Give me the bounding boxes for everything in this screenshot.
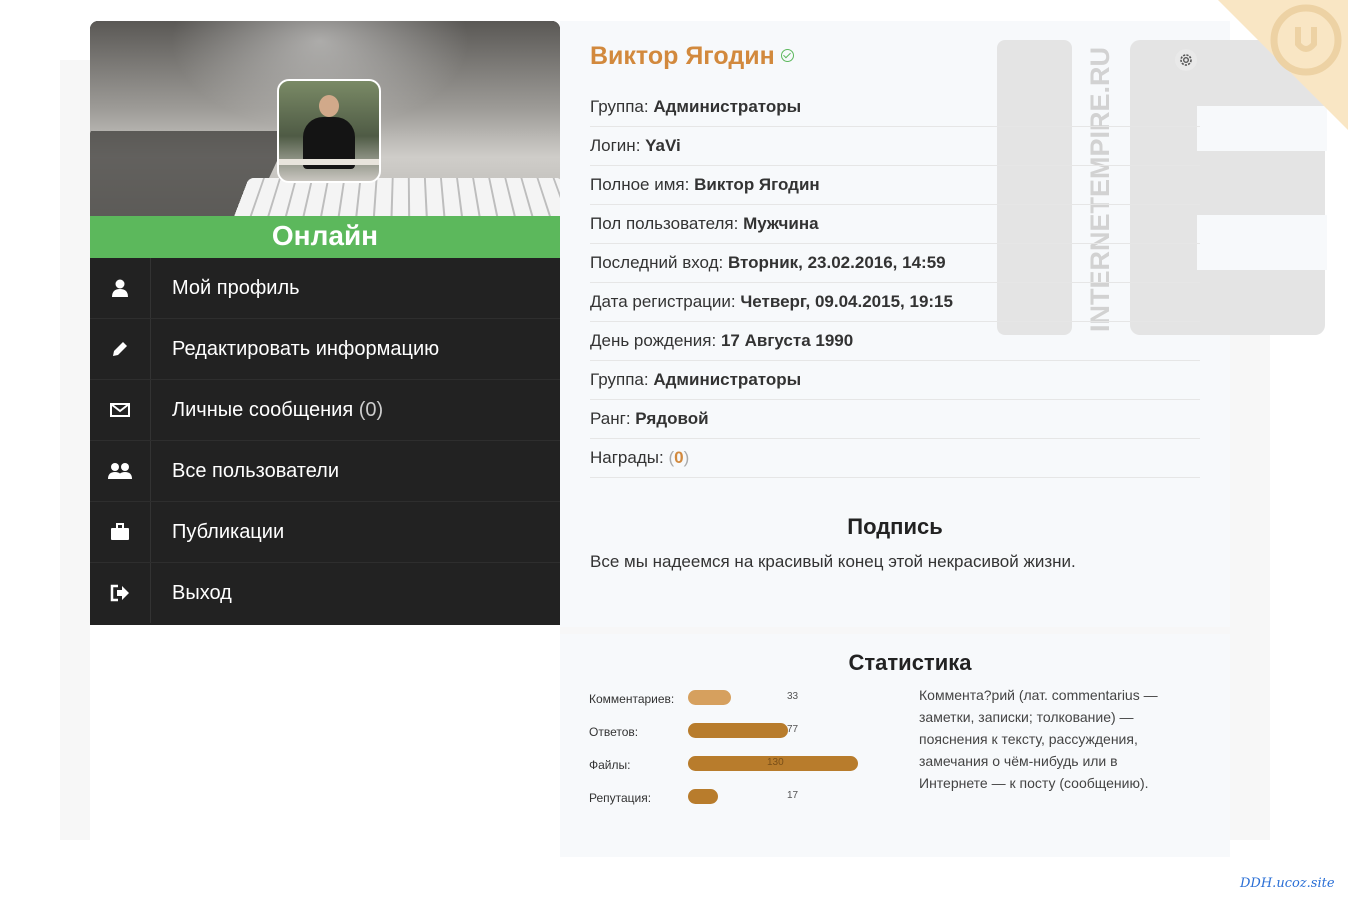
signature-text: Все мы надеемся на красивый конец этой н…	[590, 552, 1076, 571]
sign-out-icon	[90, 563, 151, 623]
stat-row-answers: Ответов: 77	[589, 723, 889, 743]
stat-row-files: Файлы: 130	[589, 756, 889, 776]
stat-value: 33	[787, 691, 799, 702]
detail-row-group-2: Группа: Администраторы	[590, 361, 1200, 400]
menu-item-edit-info[interactable]: Редактировать информацию	[90, 318, 560, 379]
user-icon	[90, 258, 151, 318]
stat-bar	[688, 789, 718, 804]
detail-row-registration: Дата регистрации: Четверг, 09.04.2015, 1…	[590, 283, 1200, 322]
stat-row-comments: Комментариев: 33	[589, 690, 889, 710]
awards-count[interactable]: 0	[674, 448, 683, 467]
stat-bar	[688, 723, 788, 738]
menu-item-label: Публикации	[172, 521, 285, 543]
stat-label: Ответов:	[589, 725, 639, 739]
profile-sidebar: Онлайн Мой профиль Редактировать информа…	[90, 21, 560, 625]
online-status-bar: Онлайн	[90, 216, 560, 258]
pencil-icon	[90, 319, 151, 379]
detail-row-birthday: День рождения: 17 Августа 1990	[590, 322, 1200, 361]
menu-item-private-messages[interactable]: Личные сообщения (0)	[90, 379, 560, 440]
menu-item-all-users[interactable]: Все пользователи	[90, 440, 560, 501]
profile-name: Виктор Ягодин	[590, 42, 794, 71]
users-icon	[90, 441, 151, 501]
stat-label: Репутация:	[589, 791, 652, 805]
profile-menu: Мой профиль Редактировать информацию Лич…	[90, 258, 560, 623]
menu-item-label: Мой профиль	[172, 277, 300, 299]
detail-row-awards: Награды: (0)	[590, 439, 1200, 478]
stat-bar	[688, 690, 731, 705]
corner-ribbon	[1218, 0, 1348, 130]
menu-item-label: Личные сообщения (0)	[172, 399, 384, 421]
stats-title: Статистика	[848, 650, 972, 675]
menu-item-label: Редактировать информацию	[172, 338, 440, 360]
envelope-icon	[90, 380, 151, 440]
cover-image	[90, 21, 560, 216]
gear-icon[interactable]	[1175, 49, 1197, 71]
stat-label: Файлы:	[589, 758, 631, 772]
menu-item-logout[interactable]: Выход	[90, 562, 560, 623]
detail-row-gender: Пол пользователя: Мужчина	[590, 205, 1200, 244]
menu-item-my-profile[interactable]: Мой профиль	[90, 258, 560, 318]
detail-row-rank: Ранг: Рядовой	[590, 400, 1200, 439]
sidebar-spacer	[90, 625, 560, 857]
menu-item-publications[interactable]: Публикации	[90, 501, 560, 562]
menu-item-label: Все пользователи	[172, 460, 340, 482]
stat-label: Комментариев:	[589, 692, 675, 706]
stat-value: 77	[787, 724, 799, 735]
stat-value: 130	[767, 757, 784, 768]
avatar[interactable]	[277, 79, 381, 183]
detail-row-last-login: Последний вход: Вторник, 23.02.2016, 14:…	[590, 244, 1200, 283]
detail-row-full-name: Полное имя: Виктор Ягодин	[590, 166, 1200, 205]
stats-description: Коммента?рий (лат. commentarius — заметк…	[919, 687, 1158, 791]
menu-item-label: Выход	[172, 582, 232, 604]
stat-row-reputation: Репутация: 17	[589, 789, 889, 809]
detail-row-group: Группа: Администраторы	[590, 88, 1200, 127]
profile-details: Группа: Администраторы Логин: YaVi Полно…	[590, 88, 1200, 478]
detail-row-login: Логин: YaVi	[590, 127, 1200, 166]
stat-value: 17	[787, 790, 799, 801]
messages-count: (0)	[358, 399, 384, 421]
briefcase-icon	[90, 502, 151, 562]
online-check-icon	[780, 49, 794, 62]
footer-site-link[interactable]: DDH.ucoz.site	[1240, 876, 1335, 891]
signature-title: Подпись	[847, 514, 943, 539]
